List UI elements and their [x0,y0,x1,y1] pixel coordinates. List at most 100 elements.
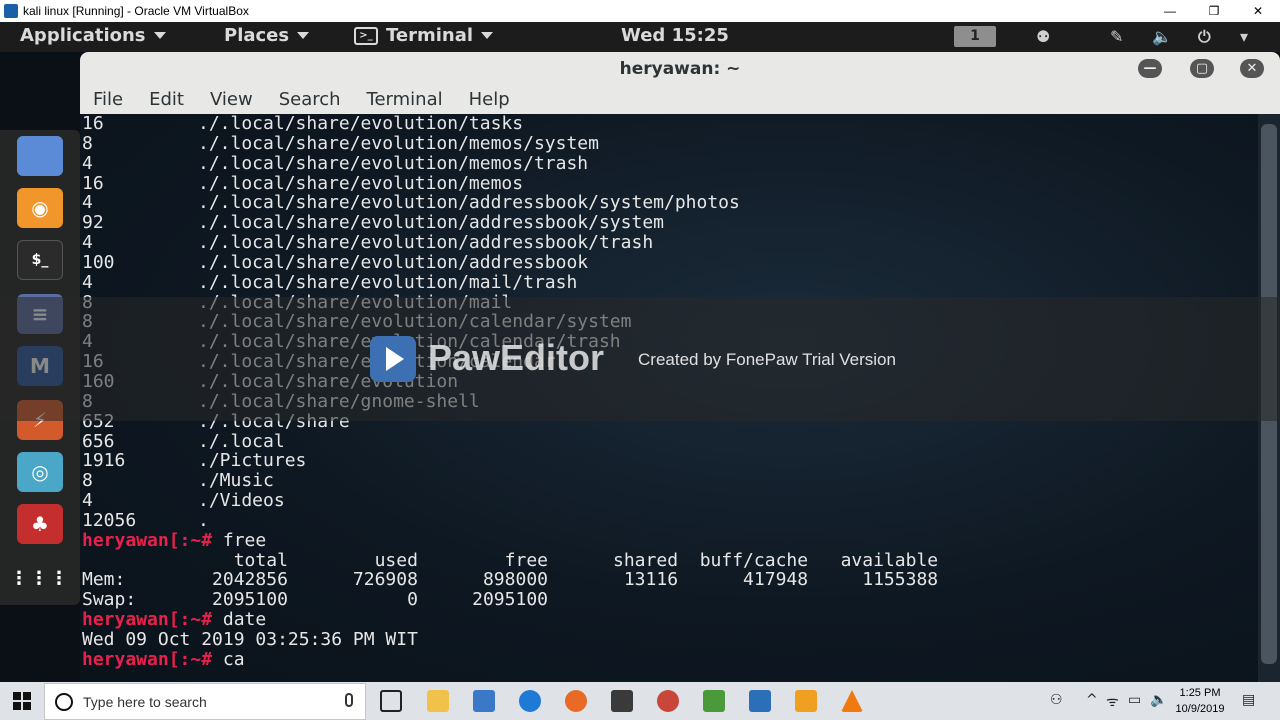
terminal-label: Terminal [386,25,474,46]
gnome-top-bar: Applications Places >_ Terminal Wed 15:2… [0,22,1280,52]
burpsuite-icon[interactable]: ◉ [17,188,63,228]
minimize-button[interactable]: — [1148,0,1192,22]
minimize-icon[interactable]: — [1138,59,1162,78]
virtualbox-taskbar-icon[interactable] [749,690,771,712]
edge-icon[interactable] [519,690,541,712]
search-placeholder: Type here to search [83,693,207,710]
workspace-indicator[interactable]: 1 [954,26,996,47]
du-path: ./.local/share/evolution/addressbook/sys… [198,212,664,234]
start-button[interactable] [0,682,44,720]
fonepaw-icon[interactable] [795,690,817,712]
menu-view[interactable]: View [210,86,253,114]
applications-menu[interactable]: Applications [20,25,166,46]
clock[interactable]: Wed 15:25 [621,25,729,46]
command-text: free [212,529,267,551]
vlc-icon[interactable] [841,690,863,712]
du-size: 8 [82,470,93,492]
free-mem-row: Mem: 2042856 726908 898000 13116 417948 … [82,569,939,591]
terminal-app-icon[interactable]: $_ [17,240,63,280]
windows-logo-icon [13,692,31,710]
cortana-icon [55,692,73,711]
du-path: ./.local/share/evolution/addressbook/sys… [198,192,740,214]
menu-edit[interactable]: Edit [149,86,184,114]
applications-label: Applications [20,25,146,46]
screen-recorder-icon[interactable] [657,690,679,712]
show-apps-icon[interactable]: ⋮⋮⋮ [10,558,68,598]
du-size: 4 [82,271,93,293]
taskbar-clock[interactable]: 1:25 PM 10/9/2019 [1168,685,1232,717]
places-label: Places [224,25,290,46]
date-command-line: heryawan[:~# date [82,610,1258,630]
du-size: 4 [82,232,93,254]
wifi-icon[interactable]: ᯤ [1106,692,1119,711]
du-output-line: 16 ./.local/share/evolution/tasks [82,114,1258,134]
task-view-icon[interactable] [380,690,402,712]
battery-icon[interactable]: ▭ [1128,692,1141,708]
du-path: ./Pictures [198,450,307,472]
du-path: ./.local/share/evolution/memos/system [198,132,599,154]
du-path: ./.local/share/evolution/addressbook [198,251,589,273]
du-output-line: 4 ./.local/share/evolution/addressbook/sy… [82,193,1258,213]
maximize-icon[interactable]: ▢ [1190,59,1214,78]
du-output-line: 8 ./.local/share/evolution/memos/system [82,132,1258,154]
terminal-menubar: File Edit View Search Terminal Help [80,86,1280,114]
chevron-up-icon[interactable]: ^ [1086,692,1098,708]
taskbar-search[interactable]: Type here to search [44,683,366,720]
du-path: . [198,509,209,531]
du-size: 12056 [82,509,137,531]
speaker-icon[interactable]: 🔈 [1150,692,1167,708]
du-output-line: 92 ./.local/share/evolution/addressbook/s… [82,213,1258,233]
du-size: 8 [82,132,93,154]
du-path: ./.local/share/evolution/memos [198,172,524,194]
du-path: ./.local/share/evolution/tasks [198,113,524,134]
terminal-app-menu[interactable]: >_ Terminal [354,25,494,46]
notifications-icon[interactable]: ▤ [1242,692,1255,708]
du-size: 4 [82,490,93,512]
menu-file[interactable]: File [93,86,123,114]
close-button[interactable]: ✕ [1236,0,1280,22]
du-size: 4 [82,152,93,174]
file-explorer-icon[interactable] [427,690,449,712]
chevron-down-icon [153,32,166,39]
system-menu-chevron-icon[interactable]: ▾ [1240,27,1248,46]
store-icon[interactable] [473,690,495,712]
cherrytree-icon[interactable]: ♣ [17,504,63,544]
restore-button[interactable]: ❐ [1192,0,1236,22]
free-header: total used free shared buff/cache availa… [82,549,939,571]
menu-help[interactable]: Help [469,86,510,114]
command-text: ca [212,648,245,670]
network-users-icon[interactable]: ⚉ [1036,27,1050,46]
du-path: ./.local [198,430,285,452]
terminal-title-bar: heryawan: ~ — ▢ ✕ [80,52,1280,86]
people-icon[interactable]: ⚇ [1050,692,1063,708]
du-output-line: 656 ./.local [82,430,1258,452]
menu-search[interactable]: Search [279,86,341,114]
clock-label: Wed 15:25 [621,25,729,46]
menu-terminal[interactable]: Terminal [367,86,443,114]
vbox-window-title: kali linux [Running] - Oracle VM Virtual… [23,4,249,18]
terminal-small-icon: >_ [354,26,378,45]
du-output-line: 16 ./.local/share/evolution/memos [82,172,1258,194]
paweditor-logo-icon [370,336,416,382]
volume-icon[interactable]: 🔈 [1152,27,1172,46]
places-menu[interactable]: Places [224,25,310,46]
power-icon[interactable]: ⏻ [1198,27,1211,47]
du-size: 16 [82,113,104,134]
du-path: ./.local/share/evolution/mail/trash [198,271,578,293]
du-size: 4 [82,192,93,214]
current-command-line: heryawan[:~# ca [82,648,1258,670]
microphone-icon[interactable] [345,693,353,707]
chevron-down-icon [481,32,494,39]
editor-app-icon[interactable] [703,690,725,712]
virtualbox-icon [4,4,18,18]
pen-icon[interactable]: ✎ [1110,27,1123,46]
maltego-icon[interactable]: ◎ [17,452,63,492]
command-text: date [212,609,267,631]
du-output-line: 100 ./.local/share/evolution/addressbook [82,251,1258,273]
firefox-icon[interactable] [565,690,587,712]
watermark-name: PawEditor [428,337,605,378]
mail-icon[interactable] [611,690,633,712]
files-icon[interactable] [17,136,63,176]
close-icon[interactable]: ✕ [1240,59,1264,78]
du-output-line: 4 ./Videos [82,491,1258,511]
